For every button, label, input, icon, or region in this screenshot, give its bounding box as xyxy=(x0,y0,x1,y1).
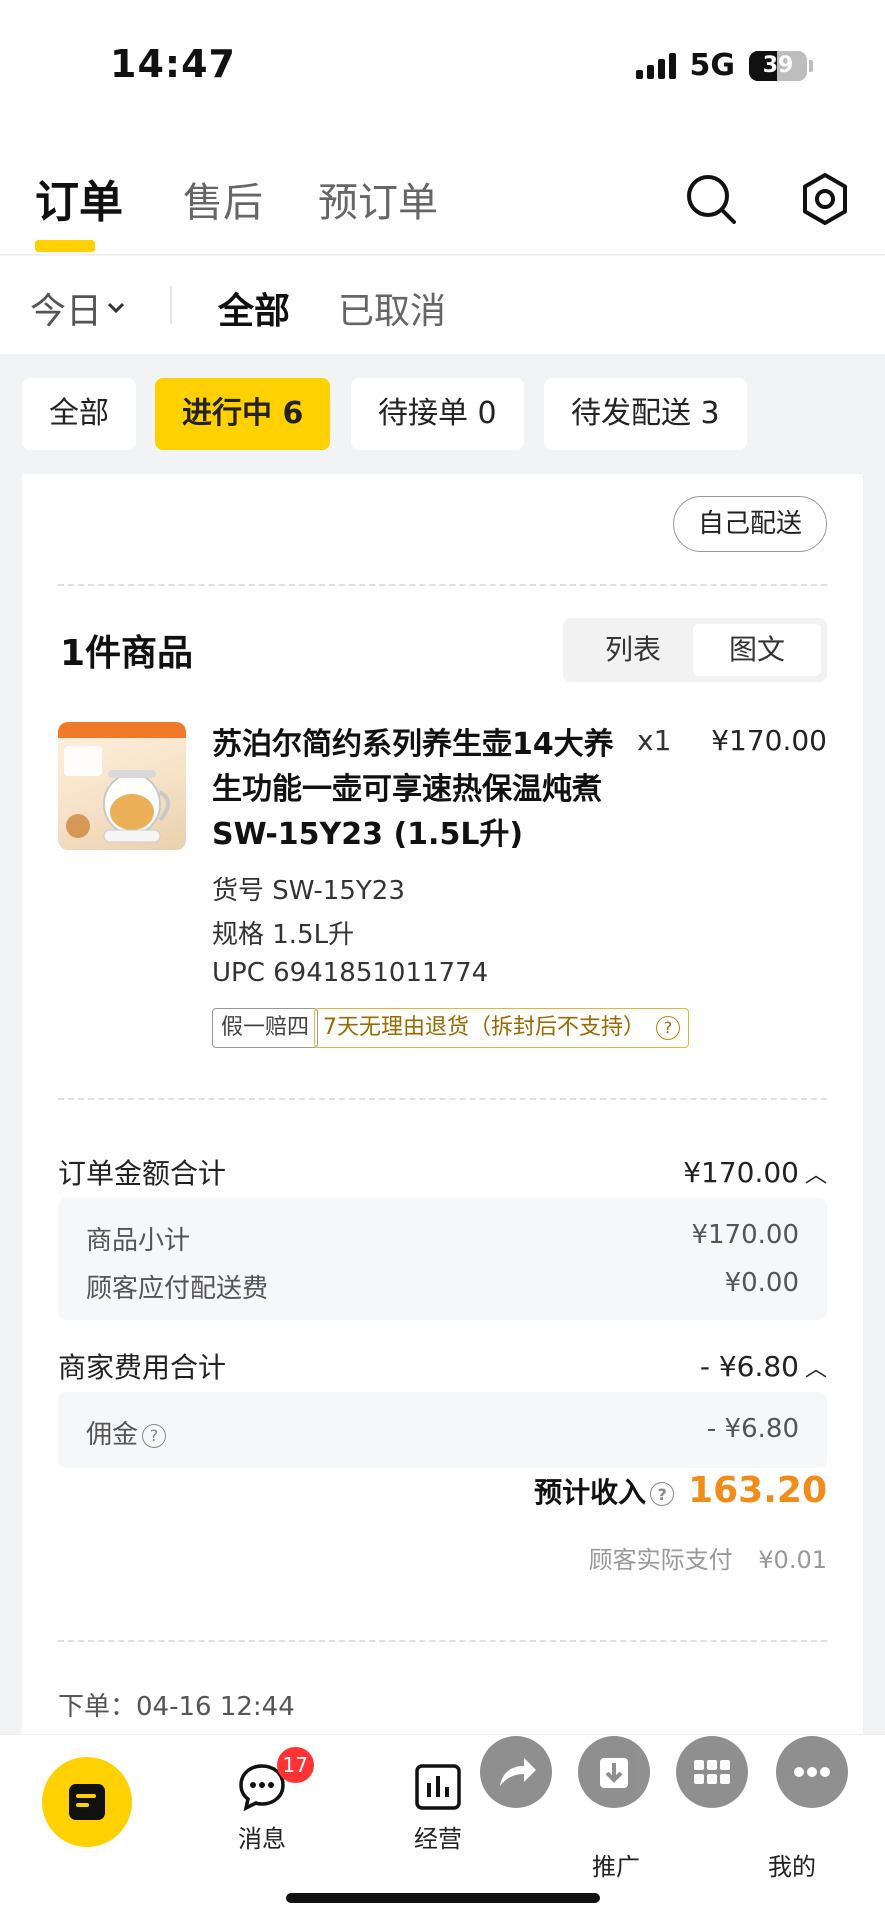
delivery-fee-value: ¥0.00 xyxy=(724,1268,799,1298)
help-icon[interactable]: ? xyxy=(142,1423,167,1448)
delivery-fee-row: 顾客应付配送费 ¥0.00 xyxy=(86,1268,799,1305)
merchant-fee-label: 商家费用合计 xyxy=(58,1351,227,1384)
top-tab-bar: 订单 售后 预订单 xyxy=(0,130,885,255)
home-indicator xyxy=(286,1893,600,1903)
battery-icon: 39 xyxy=(749,50,807,81)
expected-income-value: 163.20 xyxy=(688,1470,827,1511)
nav-promotion[interactable]: 推广 xyxy=(592,1847,640,1882)
dashed-divider xyxy=(58,1640,827,1642)
help-icon[interactable]: ? xyxy=(650,1482,675,1506)
status-time: 14:47 xyxy=(110,42,236,86)
grid-button[interactable] xyxy=(676,1736,748,1808)
delivery-fee-label: 顾客应付配送费 xyxy=(86,1274,269,1304)
order-time: 下单：04-16 12:44 xyxy=(58,1692,295,1722)
search-icon[interactable] xyxy=(684,172,738,226)
active-tab-indicator xyxy=(35,240,95,252)
chip-in-progress[interactable]: 进行中 6 xyxy=(155,378,331,450)
battery-level: 39 xyxy=(762,52,794,78)
chart-icon xyxy=(415,1764,461,1810)
expected-income: 预计收入? 163.20 xyxy=(534,1470,827,1511)
product-name[interactable]: 苏泊尔简约系列养生壶14大养生功能一壶可享速热保温炖煮SW-15Y23 (1.5… xyxy=(212,722,632,857)
order-note-icon xyxy=(69,1784,105,1820)
status-bar: 14:47 5G 39 xyxy=(0,0,885,130)
chip-pending-delivery[interactable]: 待发配送 3 xyxy=(544,378,747,450)
help-icon[interactable]: ? xyxy=(656,1016,680,1040)
product-upc: UPC 6941851011774 xyxy=(212,958,489,988)
customer-paid-label: 顾客实际支付 xyxy=(588,1546,733,1574)
commission-row: 佣金? - ¥6.80 xyxy=(86,1414,799,1451)
date-filter-label: 今日 xyxy=(30,291,103,332)
view-image-text-button[interactable]: 图文 xyxy=(693,624,821,676)
tag-return-policy[interactable]: 7天无理由退货（拆封后不支持） ? xyxy=(314,1008,689,1048)
expected-income-label: 预计收入 xyxy=(534,1476,647,1509)
message-badge: 17 xyxy=(276,1747,314,1783)
return-policy-label: 7天无理由退货（拆封后不支持） xyxy=(323,1015,645,1040)
merchant-fee-value: - ¥6.80 xyxy=(699,1349,799,1383)
order-total-value: ¥170.00 xyxy=(683,1155,799,1189)
customer-paid-value: ¥0.01 xyxy=(758,1546,827,1574)
dashed-divider xyxy=(58,584,827,586)
tab-preorders[interactable]: 预订单 xyxy=(318,170,438,228)
nav-business[interactable]: 经营 xyxy=(412,1761,464,1854)
download-button[interactable] xyxy=(578,1736,650,1808)
date-filter[interactable]: 今日 xyxy=(30,282,126,334)
chevron-up-icon[interactable]: ︿ xyxy=(805,1351,827,1383)
chevron-up-icon[interactable]: ︿ xyxy=(805,1157,827,1189)
product-price: ¥170.00 xyxy=(711,724,827,757)
status-chips: 全部 进行中 6 待接单 0 待发配送 3 xyxy=(0,378,885,450)
tag-fake-compensation: 假一赔四 xyxy=(212,1008,319,1048)
self-delivery-button[interactable]: 自己配送 xyxy=(672,496,827,552)
share-button[interactable] xyxy=(480,1736,552,1808)
merchant-fee-value-wrap: - ¥6.80 ︿ xyxy=(700,1350,827,1383)
order-total-value-wrap: ¥170.00 ︿ xyxy=(683,1156,827,1189)
order-breakdown-box: 商品小计 ¥170.00 顾客应付配送费 ¥0.00 xyxy=(58,1198,827,1320)
more-button[interactable] xyxy=(776,1736,848,1808)
product-quantity: x1 xyxy=(637,724,672,757)
expected-income-label-wrap: 预计收入? xyxy=(534,1471,675,1511)
chevron-down-icon xyxy=(107,302,125,314)
divider xyxy=(170,286,172,324)
view-toggle: 列表 图文 xyxy=(563,618,827,682)
customer-paid: 顾客实际支付 ¥0.01 xyxy=(589,1540,827,1575)
signal-icon xyxy=(635,52,676,79)
tab-orders[interactable]: 订单 xyxy=(35,166,123,230)
download-icon xyxy=(600,1758,628,1788)
subtotal-value: ¥170.00 xyxy=(691,1220,799,1250)
more-dots-icon xyxy=(794,1767,830,1777)
gear-icon[interactable] xyxy=(798,172,852,226)
view-list-button[interactable]: 列表 xyxy=(569,624,697,676)
share-arrow-icon xyxy=(500,1758,536,1786)
nav-business-label: 经营 xyxy=(414,1825,462,1853)
items-count-title: 1件商品 xyxy=(60,633,194,674)
segment-all[interactable]: 全部 xyxy=(218,282,290,334)
commission-value: - ¥6.80 xyxy=(706,1414,799,1444)
merchant-fee-row[interactable]: 商家费用合计 - ¥6.80 ︿ xyxy=(58,1346,827,1386)
nav-mine[interactable]: 我的 xyxy=(768,1847,816,1882)
nav-messages[interactable]: 17 消息 xyxy=(236,1747,314,1854)
nav-orders-button[interactable] xyxy=(42,1757,132,1847)
product-thumbnail[interactable] xyxy=(58,722,186,850)
segment-cancelled[interactable]: 已取消 xyxy=(338,282,446,334)
order-card: 自己配送 1件商品 列表 图文 苏泊尔简约系列养生壶14大养生功能一壶可享速热保… xyxy=(22,474,863,1734)
commission-label: 佣金 xyxy=(86,1420,139,1450)
battery-tip xyxy=(809,59,813,72)
subtotal-row: 商品小计 ¥170.00 xyxy=(86,1220,799,1257)
subtotal-label: 商品小计 xyxy=(86,1226,191,1256)
network-type: 5G xyxy=(689,48,736,83)
filter-bar: 今日 全部 已取消 xyxy=(0,256,885,354)
product-sku: 货号 SW-15Y23 xyxy=(212,876,405,906)
fee-breakdown-box: 佣金? - ¥6.80 xyxy=(58,1392,827,1468)
chip-pending-accept[interactable]: 待接单 0 xyxy=(351,378,524,450)
product-spec: 规格 1.5L升 xyxy=(212,920,355,950)
status-indicators: 5G 39 xyxy=(635,48,813,83)
dashed-divider xyxy=(58,1098,827,1100)
order-total-label: 订单金额合计 xyxy=(58,1157,227,1190)
chip-all[interactable]: 全部 xyxy=(22,378,136,450)
order-total-row[interactable]: 订单金额合计 ¥170.00 ︿ xyxy=(58,1152,827,1192)
grid-icon xyxy=(694,1760,730,1784)
commission-label-wrap: 佣金? xyxy=(86,1414,167,1451)
tab-after-sales[interactable]: 售后 xyxy=(183,170,263,228)
nav-messages-label: 消息 xyxy=(238,1825,286,1853)
